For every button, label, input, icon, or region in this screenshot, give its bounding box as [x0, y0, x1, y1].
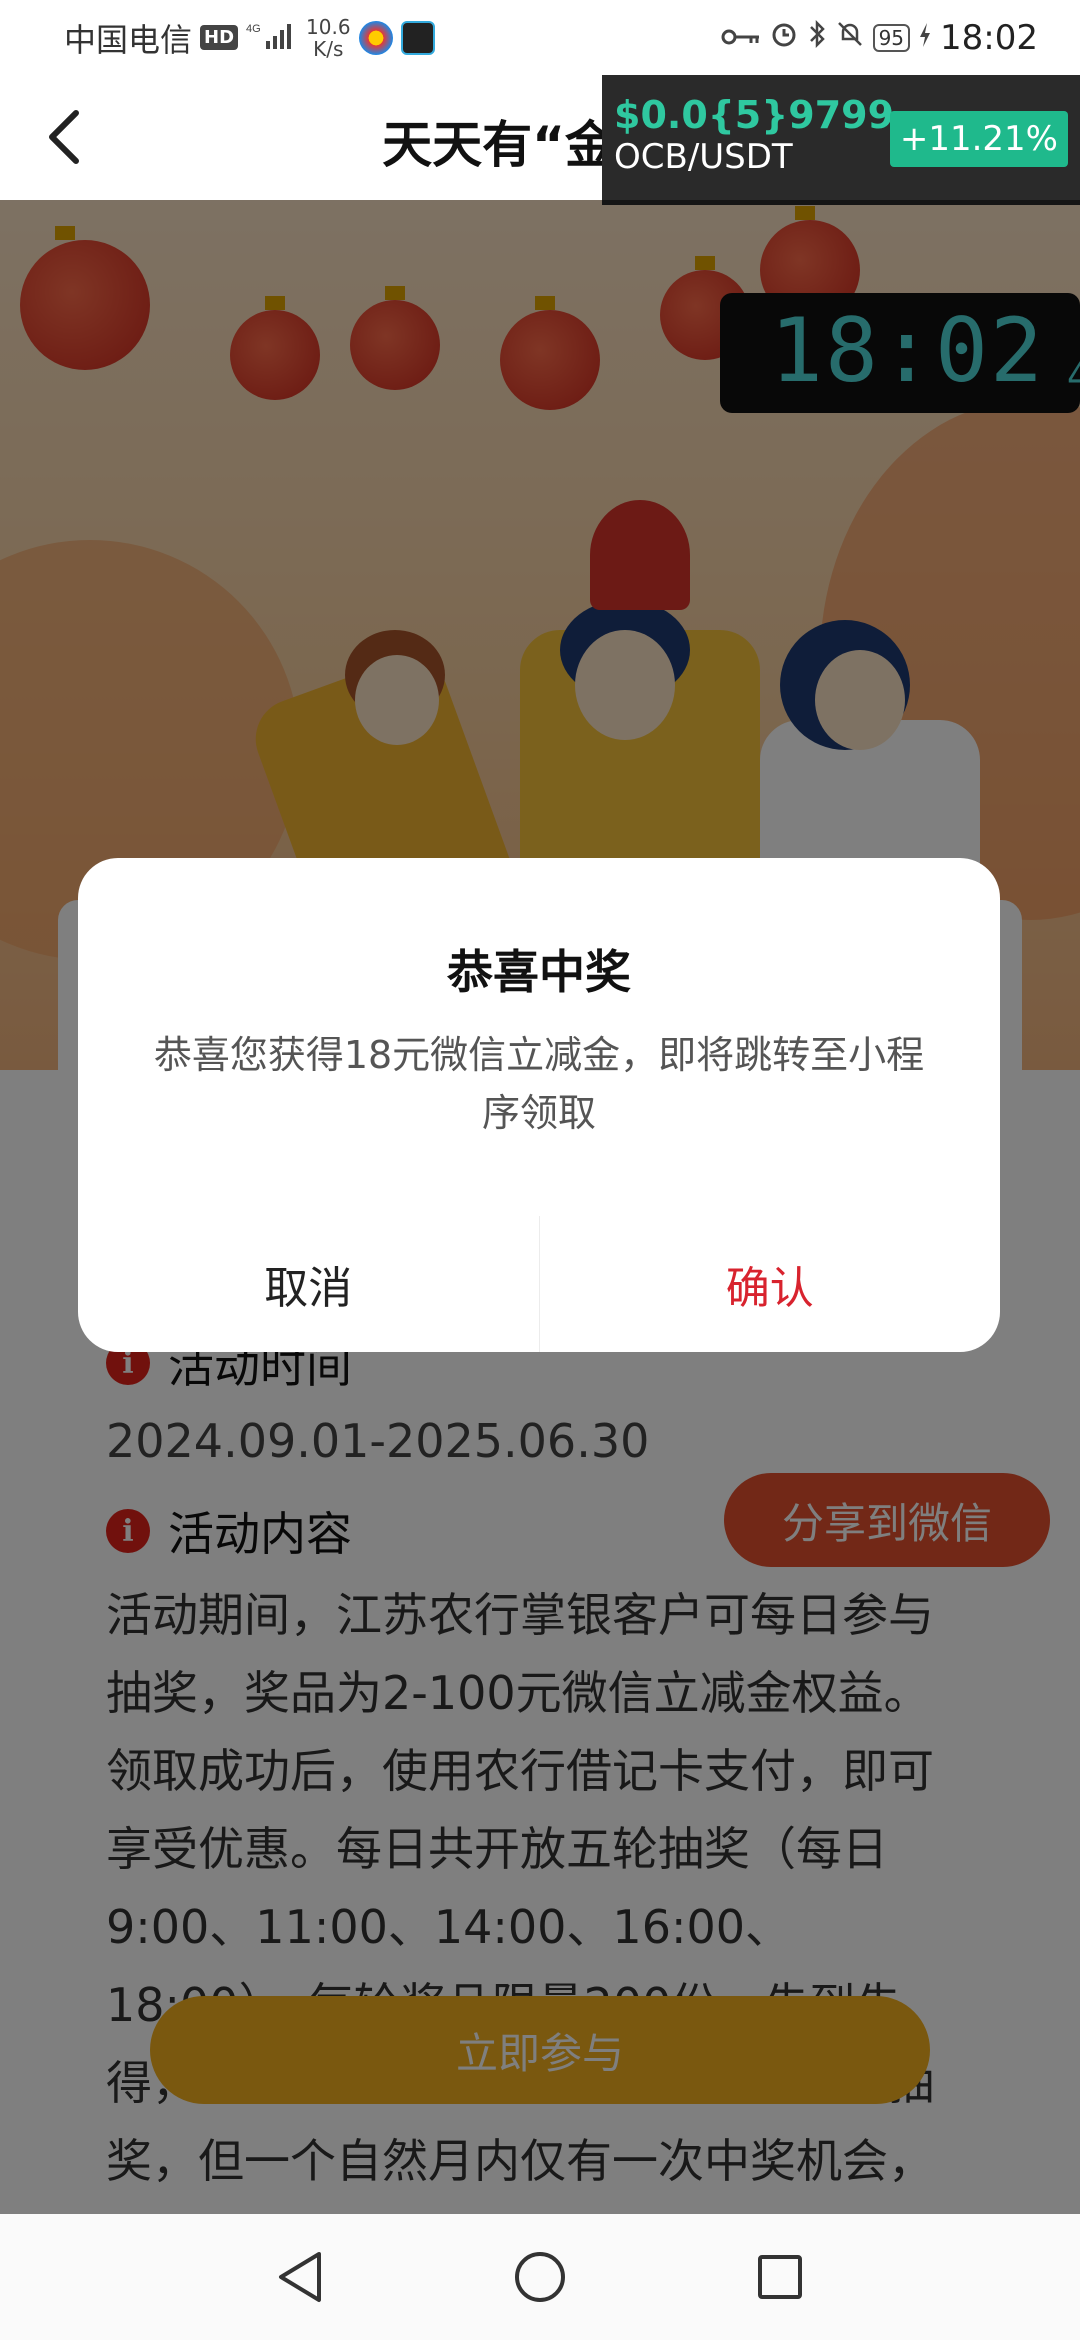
key-icon	[721, 19, 761, 57]
bluetooth-icon	[807, 19, 827, 57]
alarm-icon	[769, 19, 799, 57]
nav-home-button[interactable]	[505, 2242, 575, 2312]
ticker-change-badge: +11.21%	[889, 111, 1068, 167]
dialog-actions: 取消 确认	[78, 1216, 1000, 1352]
status-bar: 中国电信 HD 4G 10.6 K/s 95 18:02	[0, 0, 1080, 75]
system-navigation-bar	[0, 2214, 1080, 2340]
status-time: 18:02	[940, 17, 1038, 58]
net-speed: 10.6 K/s	[306, 16, 351, 60]
dialog-title: 恭喜中奖	[447, 945, 631, 999]
charging-icon	[918, 19, 932, 57]
mute-bell-icon	[835, 19, 865, 57]
dialog-message: 恭喜您获得18元微信立减金，即将跳转至小程序领取	[153, 1033, 925, 1135]
cancel-button[interactable]: 取消	[78, 1216, 540, 1352]
square-recents-icon	[758, 2255, 802, 2299]
crypto-ticker-widget[interactable]: $0.0{5}9799 OCB/USDT +11.21%	[602, 75, 1080, 205]
hd-badge: HD	[200, 25, 239, 50]
svg-text:4G: 4G	[246, 23, 261, 35]
app-notification-icon	[358, 20, 393, 55]
nav-back-button[interactable]	[265, 2242, 335, 2312]
circle-home-icon	[515, 2252, 565, 2302]
clock-app-icon	[400, 20, 435, 55]
nav-recents-button[interactable]	[745, 2242, 815, 2312]
net-speed-value: 10.6	[306, 14, 351, 39]
signal-icon: 4G	[246, 21, 292, 54]
confirm-button[interactable]: 确认	[540, 1216, 1001, 1352]
triangle-back-icon	[279, 2252, 321, 2302]
net-speed-unit: K/s	[313, 36, 344, 61]
carrier-label: 中国电信	[64, 20, 193, 59]
battery-indicator: 95	[872, 23, 911, 52]
prize-dialog: 恭喜中奖 恭喜您获得18元微信立减金，即将跳转至小程序领取 取消 确认	[78, 858, 1000, 1352]
